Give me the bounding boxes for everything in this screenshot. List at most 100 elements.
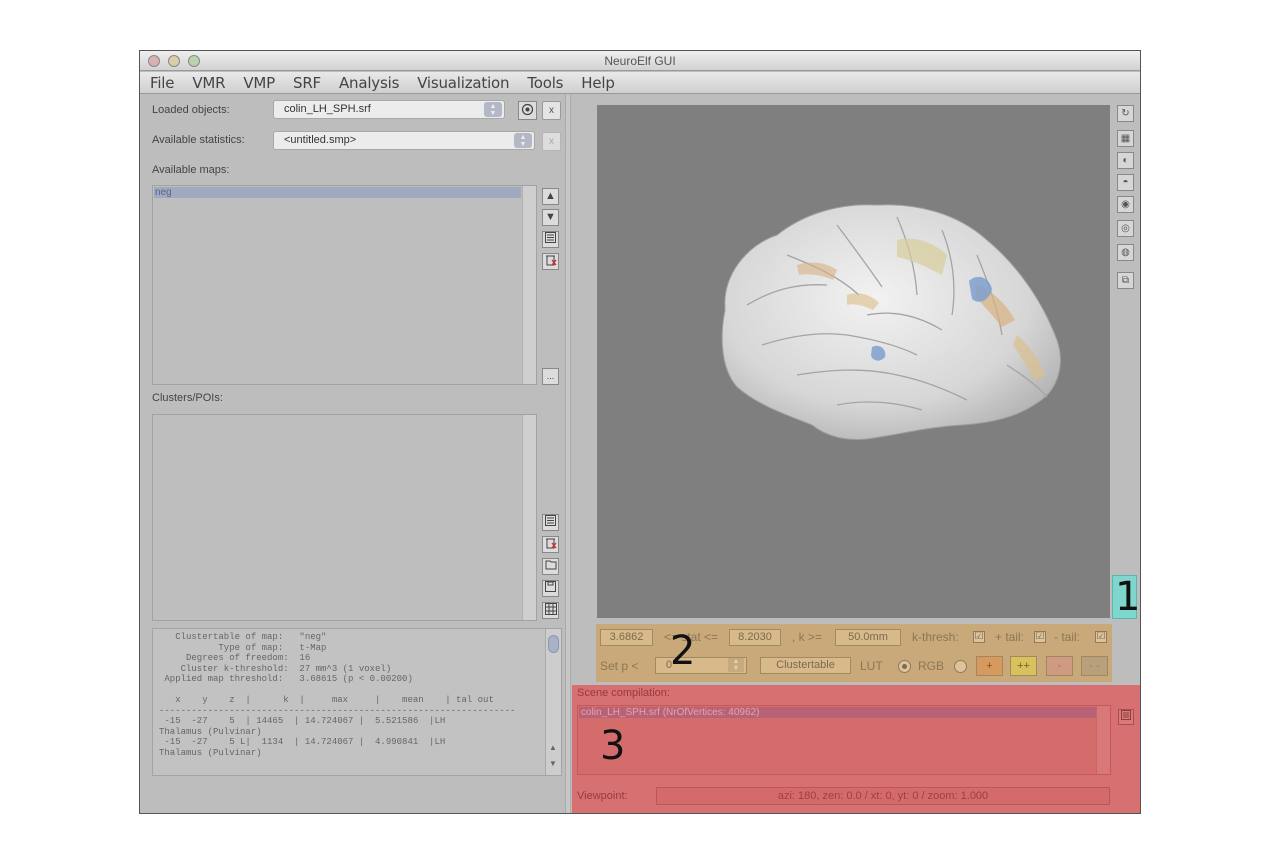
clustertable-button[interactable]: Clustertable	[760, 657, 851, 674]
lut-minusminus-button[interactable]: - -	[1081, 656, 1108, 676]
scroll-thumb[interactable]	[548, 635, 559, 653]
cluster-output-line: Type of map: t-Map	[159, 642, 327, 653]
zoom-window-button[interactable]	[188, 55, 200, 67]
neg-tail-label: - tail:	[1054, 630, 1081, 644]
available-statistics-value: <untitled.smp>	[284, 134, 357, 146]
close-statistics-button[interactable]: x	[542, 132, 561, 151]
menu-srf[interactable]: SRF	[293, 74, 321, 92]
updown-arrows-icon: ▲ ▼	[514, 133, 532, 148]
more-maps-button[interactable]: ...	[542, 368, 559, 385]
cluster-output-line: Thalamus (Pulvinar)	[159, 726, 262, 737]
rotate-icon[interactable]: ↻	[1117, 105, 1134, 122]
surface-render-canvas[interactable]	[597, 105, 1110, 618]
available-statistics-label: Available statistics:	[152, 134, 245, 146]
layout-icon[interactable]: ▦	[1117, 130, 1134, 147]
properties-icon[interactable]	[542, 231, 559, 248]
undock-icon[interactable]: ⧉	[1117, 272, 1134, 289]
clusters-scrollbar[interactable]	[522, 415, 536, 620]
menu-vmr[interactable]: VMR	[192, 74, 225, 92]
lut-plusplus-button[interactable]: ++	[1010, 656, 1037, 676]
cluster-output-line: Thalamus (Pulvinar)	[159, 747, 262, 758]
lut-plus-button[interactable]: +	[976, 656, 1003, 676]
save-icon[interactable]	[542, 580, 559, 597]
axial-view-icon[interactable]: ◉	[1117, 196, 1134, 213]
lower-threshold-field[interactable]: 3.6862	[600, 629, 653, 646]
menu-file[interactable]: File	[150, 74, 175, 92]
upper-threshold-field[interactable]: 8.2030	[729, 629, 781, 646]
scroll-down-icon[interactable]: ▼	[549, 759, 557, 768]
cluster-output-line: ----------------------------------------…	[159, 705, 516, 716]
lut-radio[interactable]	[898, 660, 911, 673]
available-maps-label: Available maps:	[152, 164, 230, 176]
annotation-3: 3	[600, 723, 626, 769]
neg-tail-checkbox[interactable]: ☑	[1095, 631, 1107, 643]
cluster-output-line: Applied map threshold: 3.68615 (p < 0.00…	[159, 674, 413, 684]
menu-tools[interactable]: Tools	[527, 74, 563, 92]
pane-divider[interactable]	[565, 95, 571, 813]
available-statistics-select[interactable]: <untitled.smp> ▲ ▼	[273, 131, 535, 150]
scene-compilation-panel: Scene compilation: colin_LH_SPH.srf (NrO…	[572, 685, 1140, 813]
cluster-delete-icon[interactable]	[542, 536, 559, 553]
move-up-icon[interactable]: ▲	[542, 188, 559, 205]
cluster-output-line: Clustertable of map: "neg"	[159, 632, 327, 642]
k-thresh-checkbox[interactable]: ☑	[973, 631, 985, 643]
minimize-window-button[interactable]	[168, 55, 180, 67]
loaded-objects-label: Loaded objects:	[152, 104, 230, 116]
updown-arrows-icon: ▲ ▼	[484, 102, 502, 117]
cluster-output-line: -15 -27 5 L| 1134 | 14.724067 | 4.990841…	[159, 737, 446, 747]
map-item-neg[interactable]: neg	[154, 187, 521, 198]
window-title: NeuroElf GUI	[604, 54, 676, 68]
maps-scrollbar[interactable]	[522, 186, 536, 384]
pos-tail-checkbox[interactable]: ☑	[1034, 631, 1046, 643]
surface-view-icon[interactable]: ◍	[1117, 244, 1134, 261]
maps-list[interactable]: neg	[152, 185, 537, 385]
app-window: NeuroElf GUI File VMR VMP SRF Analysis V…	[139, 50, 1141, 814]
k-value-field[interactable]: 50.0mm	[835, 629, 901, 646]
radio-dot	[902, 664, 907, 669]
cluster-output-line: Cluster k-threshold: 27 mm^3 (1 voxel)	[159, 663, 392, 674]
close-window-button[interactable]	[148, 55, 160, 67]
clusters-list[interactable]	[152, 414, 537, 621]
annotation-1: 1	[1115, 574, 1141, 620]
set-p-label: Set p <	[600, 659, 639, 673]
title-bar: NeuroElf GUI	[140, 51, 1140, 71]
k-thresh-label: k-thresh:	[912, 630, 959, 644]
coronal-view-icon[interactable]: ◓	[1117, 174, 1134, 191]
menu-visualization[interactable]: Visualization	[417, 74, 509, 92]
cluster-output-line: -15 -27 5 | 14465 | 14.724067 | 5.521586…	[159, 716, 446, 726]
cluster-output-text[interactable]: Clustertable of map: "neg" Type of map: …	[152, 628, 562, 776]
render-icon[interactable]	[518, 101, 537, 120]
table-icon[interactable]	[542, 602, 559, 619]
scene-compilation-label: Scene compilation:	[577, 687, 670, 699]
viewpoint-field[interactable]: azi: 180, zen: 0.0 / xt: 0, yt: 0 / zoom…	[656, 787, 1110, 805]
close-object-button[interactable]: x	[542, 101, 561, 120]
scene-item[interactable]: colin_LH_SPH.srf (NrOfVertices: 40962)	[579, 707, 1097, 718]
viewpoint-label: Viewpoint:	[577, 790, 628, 802]
updown-arrows-icon: ▲ ▼	[728, 658, 744, 672]
k-label: , k >=	[792, 630, 823, 644]
delete-icon[interactable]	[542, 253, 559, 270]
loaded-objects-value: colin_LH_SPH.srf	[284, 103, 371, 115]
loaded-objects-select[interactable]: colin_LH_SPH.srf ▲ ▼	[273, 100, 505, 119]
menu-vmp[interactable]: VMP	[243, 74, 275, 92]
lut-minus-button[interactable]: -	[1046, 656, 1073, 676]
move-down-icon[interactable]: ▼	[542, 209, 559, 226]
menu-analysis[interactable]: Analysis	[339, 74, 399, 92]
scene-properties-icon[interactable]	[1118, 709, 1134, 725]
sagittal-view-icon[interactable]: ◐	[1117, 152, 1134, 169]
menu-bar: File VMR VMP SRF Analysis Visualization …	[140, 72, 1140, 94]
scroll-up-icon[interactable]: ▲	[549, 743, 557, 752]
cluster-output-scrollbar[interactable]: ▲ ▼	[545, 629, 561, 775]
cluster-output-line: x y z | k | max | mean | tal out	[159, 695, 494, 705]
cluster-properties-icon[interactable]	[542, 514, 559, 531]
rgb-radio[interactable]	[954, 660, 967, 673]
open-folder-icon[interactable]	[542, 558, 559, 575]
p-value-select[interactable]: 0 ▲ ▼	[655, 657, 747, 674]
scene-scrollbar[interactable]	[1096, 706, 1110, 774]
clusters-label: Clusters/POIs:	[152, 392, 223, 404]
scene-list[interactable]: colin_LH_SPH.srf (NrOfVertices: 40962)	[577, 705, 1111, 775]
cluster-output-line	[159, 685, 561, 696]
rgb-label: RGB	[918, 659, 945, 673]
render-view-icon[interactable]: ◎	[1117, 220, 1134, 237]
menu-help[interactable]: Help	[581, 74, 615, 92]
